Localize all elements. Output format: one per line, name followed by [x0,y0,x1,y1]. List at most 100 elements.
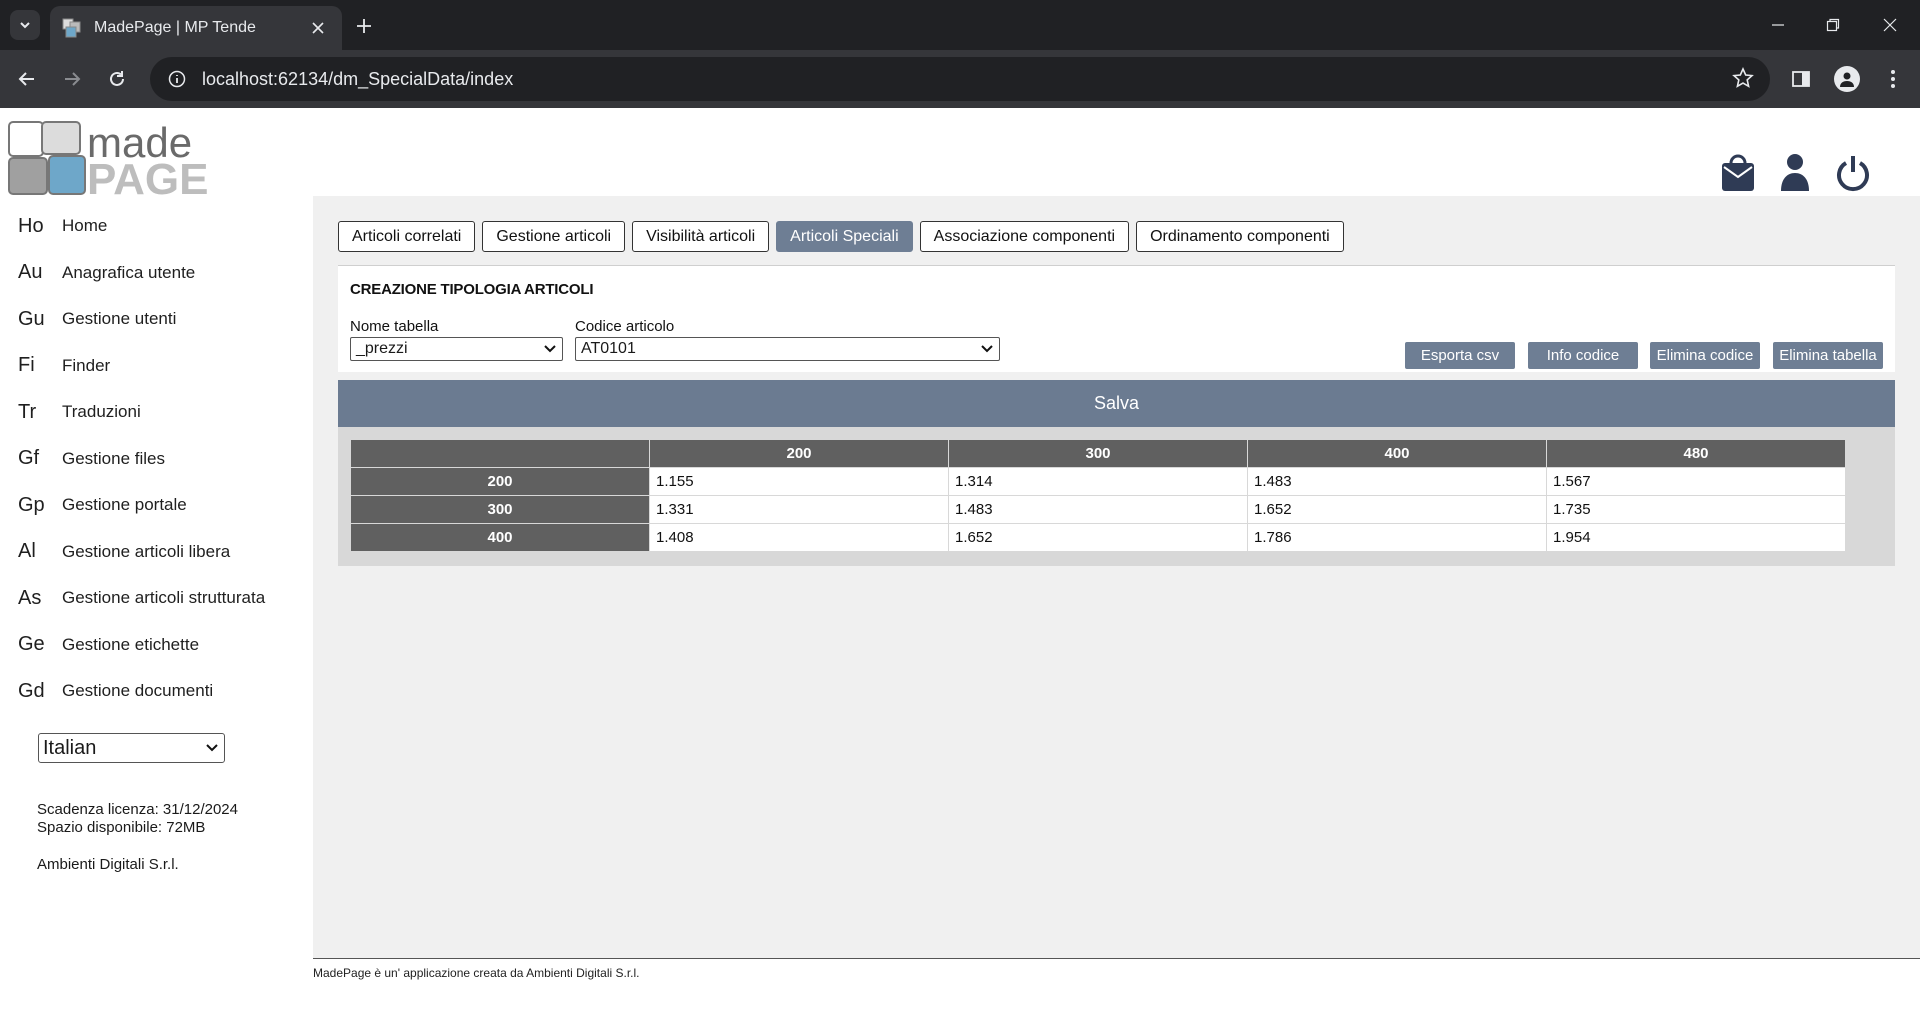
company-name: Ambienti Digitali S.r.l. [37,856,179,873]
tab-visibilita-articoli[interactable]: Visibilità articoli [632,221,770,252]
nav-abbr: Au [18,261,43,284]
grid-corner-header [350,439,650,468]
article-code-select[interactable]: AT0101 [575,337,1000,361]
info-icon[interactable] [168,70,186,88]
nav-abbr: Gu [18,307,45,330]
tab-title: MadePage | MP Tende [94,19,256,36]
sidebar-item-label: Gestione utenti [62,309,177,329]
url-text: localhost:62134/dm_SpecialData/index [202,68,514,89]
nav-abbr: Ho [18,214,44,237]
grid-row-header: 300 [350,495,650,524]
export-csv-button[interactable]: Esporta csv [1405,342,1515,369]
footer-text: MadePage è un' applicazione creata da Am… [313,966,640,980]
grid-cell[interactable]: 1.408 [649,523,949,552]
sidebar-item-label: Gestione etichette [62,634,200,654]
grid-cell[interactable]: 1.786 [1247,523,1547,552]
grid-cell[interactable]: 1.155 [649,467,949,496]
sidebar-item-label: Gestione files [62,448,165,468]
forward-button[interactable] [55,62,89,96]
language-value: Italian [43,736,97,759]
grid-row-header: 200 [350,467,650,496]
sidebar-item-gestione-articoli-strutturata[interactable]: As Gestione articoli strutturata [0,575,313,622]
back-button[interactable] [10,62,44,96]
tab-articoli-correlati[interactable]: Articoli correlati [338,221,476,252]
chevron-down-icon [981,345,993,353]
grid-row-header: 400 [350,523,650,552]
nav-abbr: Tr [18,400,37,423]
sidebar-item-finder[interactable]: Fi Finder [0,343,313,390]
sidebar-item-gestione-portale[interactable]: Gp Gestione portale [0,482,313,529]
info-code-button[interactable]: Info codice [1528,342,1638,369]
nav-abbr: Gd [18,679,45,702]
tab-articoli-speciali[interactable]: Articoli Speciali [776,221,913,252]
article-code-value: AT0101 [581,340,636,357]
grid-cell[interactable]: 1.567 [1546,467,1846,496]
power-icon[interactable] [1836,153,1870,193]
sidebar-item-gestione-etichette[interactable]: Ge Gestione etichette [0,622,313,669]
profile-button[interactable] [1830,62,1864,96]
reload-button[interactable] [100,62,134,96]
close-tab-icon[interactable] [306,16,330,40]
table-name-label: Nome tabella [350,318,439,335]
address-bar[interactable]: localhost:62134/dm_SpecialData/index [150,57,1770,101]
sidebar-item-gestione-articoli-libera[interactable]: Al Gestione articoli libera [0,529,313,576]
sidebar-item-gestione-documenti[interactable]: Gd Gestione documenti [0,668,313,715]
grid-cell[interactable]: 1.735 [1546,495,1846,524]
sidebar-item-traduzioni[interactable]: Tr Traduzioni [0,389,313,436]
nav-abbr: Al [18,540,36,563]
page: made PAGE Ho Home Au Anagrafica utente Gu G… [0,108,1920,1020]
close-window-button[interactable] [1870,10,1910,40]
tab-search-button[interactable] [10,10,40,40]
tab-gestione-articoli[interactable]: Gestione articoli [482,221,626,252]
minimize-button[interactable] [1758,10,1798,40]
new-tab-button[interactable] [350,12,378,40]
sidebar-item-gestione-utenti[interactable]: Gu Gestione utenti [0,296,313,343]
grid-cell[interactable]: 1.331 [649,495,949,524]
grid-cell[interactable]: 1.483 [948,495,1248,524]
browser-menu-button[interactable] [1876,62,1910,96]
grid-cell[interactable]: 1.483 [1247,467,1547,496]
grid-column-header: 480 [1546,439,1846,468]
table-name-select[interactable]: _prezzi [350,337,563,361]
svg-text:PAGE: PAGE [87,155,208,196]
more-vertical-icon [1891,70,1895,88]
bookmark-star-icon[interactable] [1732,67,1754,89]
madepage-logo: made PAGE [8,120,208,196]
side-panel-button[interactable] [1784,62,1818,96]
browser-toolbar: localhost:62134/dm_SpecialData/index [0,50,1920,108]
grid-cell[interactable]: 1.652 [948,523,1248,552]
grid-column-header: 400 [1247,439,1547,468]
minimize-icon [1772,24,1784,26]
tab-ordinamento-componenti[interactable]: Ordinamento componenti [1136,221,1344,252]
cart-icon[interactable] [1720,153,1756,193]
delete-code-button[interactable]: Elimina codice [1650,342,1760,369]
sidebar-item-gestione-files[interactable]: Gf Gestione files [0,436,313,483]
browser-tab[interactable]: MadePage | MP Tende [50,6,342,50]
plus-icon [357,19,371,33]
tab-associazione-componenti[interactable]: Associazione componenti [919,221,1130,252]
delete-table-button[interactable]: Elimina tabella [1773,342,1883,369]
sidebar-item-label: Gestione portale [62,495,187,515]
nav-abbr: Gp [18,493,45,516]
sidebar-item-home[interactable]: Ho Home [0,203,313,250]
chevron-down-icon [206,744,218,752]
section-tabs: Articoli correlati Gestione articoli Vis… [338,221,1344,252]
grid-cell[interactable]: 1.652 [1247,495,1547,524]
page-favicon-icon [62,18,81,38]
sidebar-item-anagrafica-utente[interactable]: Au Anagrafica utente [0,250,313,297]
grid-cell[interactable]: 1.314 [948,467,1248,496]
grid-cell[interactable]: 1.954 [1546,523,1846,552]
form-card: CREAZIONE TIPOLOGIA ARTICOLI Nome tabell… [338,265,1895,372]
save-button[interactable]: Salva [338,380,1895,427]
sidebar-item-label: Gestione articoli strutturata [62,588,266,608]
chevron-down-icon [544,345,556,353]
sidebar-nav: Ho Home Au Anagrafica utente Gu Gestione ut… [0,203,313,715]
user-icon[interactable] [1780,153,1810,193]
chevron-down-icon [20,22,30,29]
form-title: CREAZIONE TIPOLOGIA ARTICOLI [350,281,594,298]
language-select[interactable]: Italian [38,733,225,763]
sidebar-item-label: Gestione articoli libera [62,541,231,561]
sidebar-item-label: Home [62,216,108,236]
side-panel-icon [1792,71,1810,87]
restore-button[interactable] [1813,10,1853,40]
